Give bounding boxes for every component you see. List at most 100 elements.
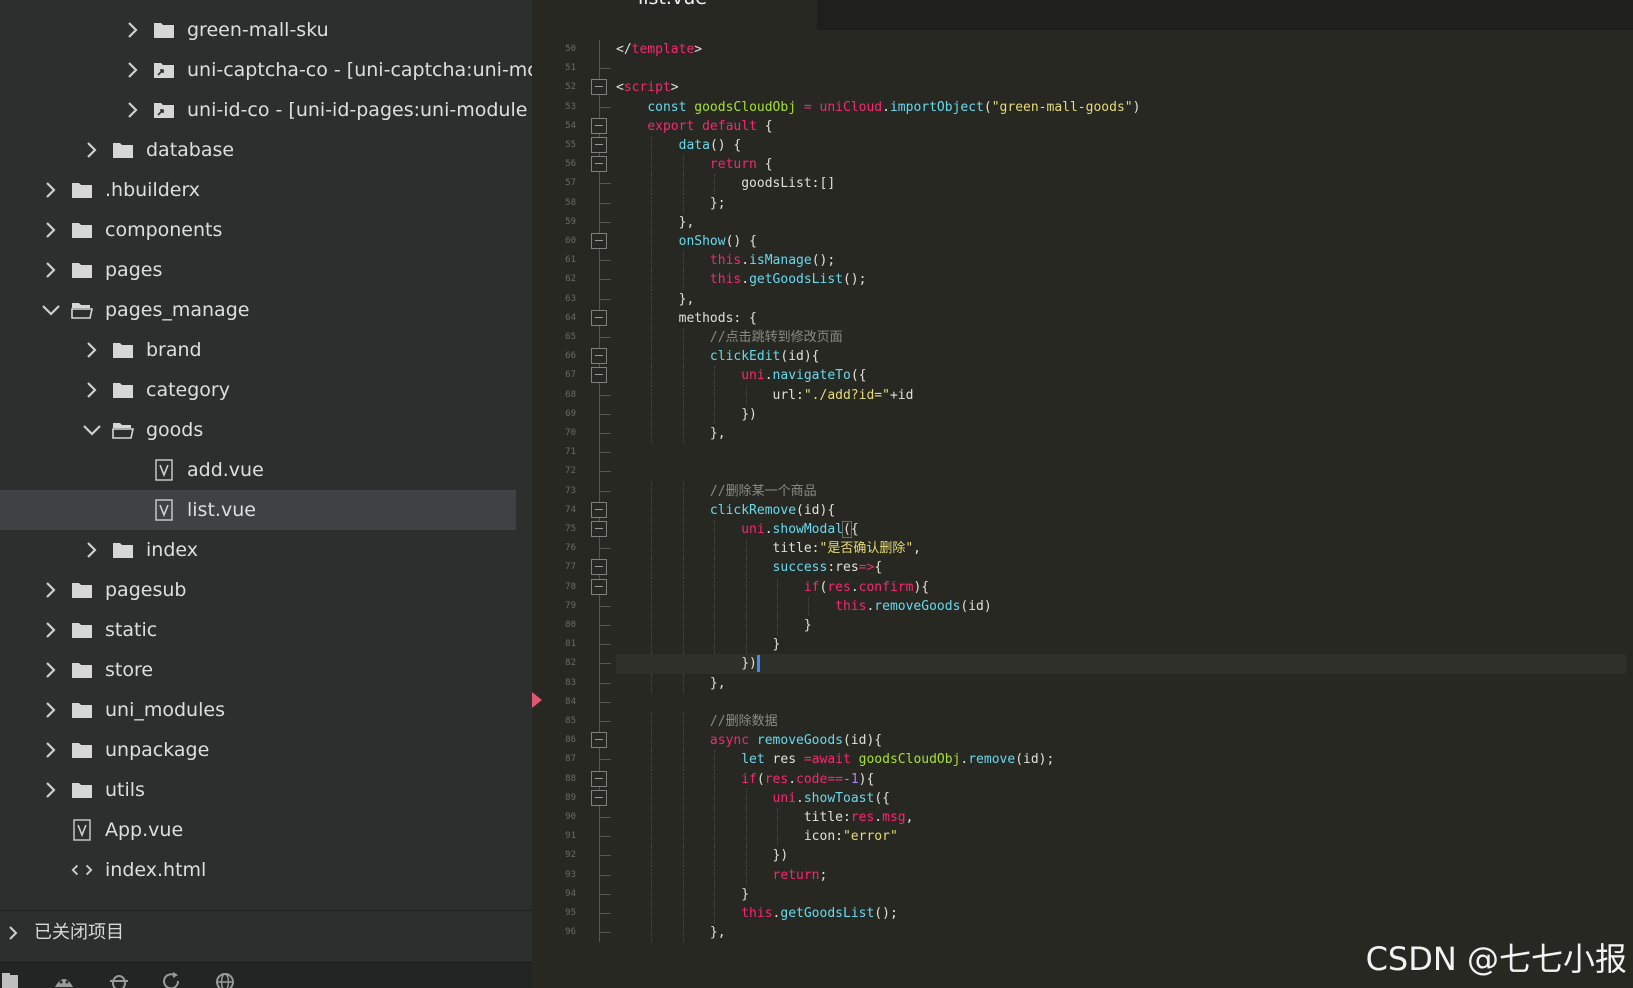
fold-toggle-icon[interactable] — [591, 309, 607, 326]
tree-item[interactable]: utils — [0, 770, 516, 810]
chevron-right-icon[interactable] — [40, 210, 62, 250]
fold-toggle-icon[interactable] — [591, 137, 607, 153]
fold-toggle-icon[interactable] — [591, 233, 607, 249]
code-token: }; — [616, 195, 726, 211]
line-number: 68 — [565, 389, 576, 400]
tree-item[interactable]: category — [0, 370, 516, 410]
chevron-right-icon[interactable] — [40, 610, 62, 650]
chevron-right-icon[interactable] — [122, 90, 144, 130]
line-number: 90 — [565, 812, 576, 822]
tree-item-label: components — [105, 219, 223, 241]
code-token: ( — [756, 771, 765, 787]
tree-item[interactable]: pages_manage — [0, 290, 516, 330]
tree-item[interactable]: green-mall-sku — [0, 10, 516, 50]
fold-toggle-icon[interactable] — [591, 770, 607, 787]
fold-toggle-icon[interactable] — [591, 521, 607, 537]
fold-toggle-icon[interactable] — [591, 156, 607, 173]
closed-projects-label: 已关闭项目 — [34, 922, 124, 943]
tab-list-vue[interactable]: list.vue — [532, 0, 817, 31]
code-line: return { — [616, 155, 773, 175]
code-token: script — [623, 80, 671, 96]
files-icon[interactable] — [0, 971, 22, 988]
chevron-right-icon[interactable] — [40, 570, 62, 610]
fold-toggle-icon[interactable] — [591, 578, 607, 595]
chevron-right-icon[interactable] — [40, 690, 62, 730]
tree-item[interactable]: uni-captcha-co - [uni-captcha:uni-mc — [0, 50, 532, 90]
code-token: = — [803, 752, 812, 768]
fold-toggle-icon[interactable] — [591, 79, 607, 96]
vue-file-icon — [153, 499, 175, 521]
tree-item[interactable]: store — [0, 650, 516, 690]
debug-bug-icon[interactable] — [108, 971, 130, 988]
tree-item[interactable]: add.vue — [0, 450, 516, 490]
chevron-right-icon[interactable] — [81, 530, 103, 570]
code-token: //删除数据 — [709, 714, 778, 729]
tree-item[interactable]: uni_modules — [0, 690, 516, 730]
tree-item[interactable]: pagesub — [0, 570, 516, 610]
chevron-right-icon[interactable] — [81, 330, 103, 370]
code-token: . — [788, 771, 797, 787]
fold-toggle-icon[interactable] — [591, 559, 607, 576]
chevron-right-icon[interactable] — [6, 925, 20, 945]
chevron-right-icon[interactable] — [40, 170, 62, 210]
fold-toggle-icon[interactable] — [591, 348, 607, 365]
chevron-right-icon[interactable] — [40, 650, 62, 690]
tree-item[interactable]: brand — [0, 330, 516, 370]
code-line: }, — [616, 213, 695, 233]
chevron-right-icon[interactable] — [81, 370, 103, 410]
tree-item[interactable]: list.vue — [0, 490, 516, 530]
tree-item[interactable]: database — [0, 130, 516, 170]
current-line-arrow-icon — [532, 692, 542, 712]
chevron-right-icon[interactable] — [122, 50, 144, 90]
code-token: url: — [616, 387, 804, 403]
tree-item[interactable]: index.html — [0, 850, 516, 890]
fold-end-tick — [599, 759, 611, 761]
chevron-right-icon[interactable] — [40, 250, 62, 290]
chevron-right-icon[interactable] — [81, 130, 103, 170]
tree-item[interactable]: index — [0, 530, 516, 570]
line-number: 50 — [565, 44, 576, 54]
globe-icon[interactable] — [214, 971, 236, 988]
fold-toggle-icon[interactable] — [591, 501, 607, 518]
chevron-right-icon[interactable] — [40, 730, 62, 770]
code-line: }, — [616, 674, 726, 694]
tree-item[interactable]: pages — [0, 250, 516, 290]
tree-item[interactable]: .hbuilderx — [0, 170, 516, 210]
line-number: 94 — [565, 888, 576, 899]
refresh-icon[interactable] — [160, 971, 182, 988]
code-token: ){ — [913, 579, 930, 595]
android-icon[interactable] — [52, 971, 76, 988]
tree-item[interactable]: goods — [0, 410, 516, 450]
code-token: }, — [616, 291, 695, 307]
chevron-down-icon[interactable] — [40, 290, 62, 330]
tree-item[interactable]: uni-id-co - [uni-id-pages:uni-module — [0, 90, 527, 130]
closed-projects-section[interactable]: 已关闭项目 — [0, 910, 532, 954]
code-editor[interactable]: list.vue 50 51 52 53 54 55 56 57 58 59 60 61 62 63 64 6… — [532, 0, 1633, 988]
chevron-right-icon[interactable] — [122, 10, 144, 50]
fold-toggle-icon[interactable] — [591, 367, 607, 384]
code-line: } — [616, 885, 749, 905]
line-number: 79 — [565, 600, 576, 611]
code-line: }; — [616, 194, 726, 214]
code-token: +id — [889, 387, 914, 403]
code-token: "green-mall-goods" — [991, 99, 1133, 115]
tree-item[interactable]: App.vue — [0, 810, 516, 850]
chevron-down-icon[interactable] — [81, 410, 103, 450]
code-token: //删除某一个商品 — [709, 483, 817, 499]
fold-toggle-icon[interactable] — [591, 732, 607, 749]
folder-icon — [71, 579, 93, 601]
fold-toggle-icon[interactable] — [591, 117, 607, 134]
tree-item-label: category — [146, 379, 230, 401]
code-line: goodsList:[] — [616, 174, 835, 194]
tree-item[interactable]: components — [0, 210, 516, 250]
line-number: 52 — [565, 82, 576, 93]
fold-toggle-icon[interactable] — [591, 789, 607, 806]
tree-item[interactable]: static — [0, 610, 516, 650]
tree-item[interactable]: unpackage — [0, 730, 516, 770]
chevron-right-icon[interactable] — [40, 770, 62, 810]
code-line: uni.showModal({ — [616, 520, 859, 540]
code-token: async — [709, 733, 750, 749]
folder-icon — [71, 659, 93, 681]
